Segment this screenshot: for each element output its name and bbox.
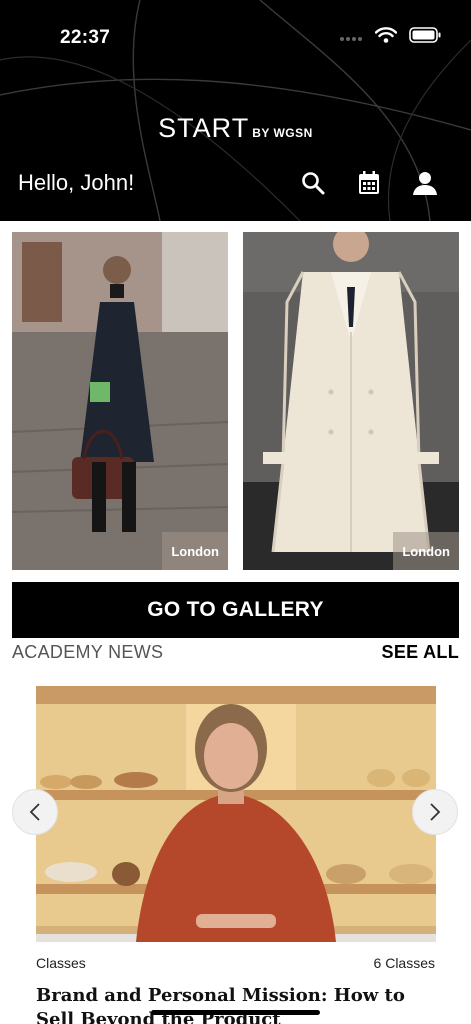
signal-icon bbox=[339, 29, 363, 47]
status-icons bbox=[339, 27, 441, 48]
status-time: 22:37 bbox=[60, 27, 111, 48]
brand-by: BY WGSN bbox=[252, 126, 313, 140]
chevron-left-icon bbox=[29, 803, 40, 821]
battery-icon bbox=[409, 27, 441, 48]
profile-icon[interactable] bbox=[412, 170, 438, 196]
brand-name: START bbox=[158, 113, 250, 143]
news-card-image[interactable] bbox=[36, 686, 436, 942]
wifi-icon bbox=[374, 27, 398, 48]
chevron-right-icon bbox=[430, 803, 441, 821]
go-to-gallery-button[interactable]: GO TO GALLERY bbox=[12, 582, 459, 638]
street-style-image bbox=[12, 232, 228, 570]
carousel-prev-button[interactable] bbox=[12, 789, 58, 835]
gallery-photo[interactable]: London bbox=[12, 232, 228, 570]
home-indicator[interactable] bbox=[151, 1010, 320, 1015]
calendar-icon[interactable] bbox=[356, 170, 382, 196]
gallery-photo[interactable]: London bbox=[243, 232, 459, 570]
carousel-next-button[interactable] bbox=[412, 789, 458, 835]
see-all-link[interactable]: SEE ALL bbox=[382, 642, 459, 663]
search-icon[interactable] bbox=[300, 170, 326, 196]
news-class-count: 6 Classes bbox=[373, 955, 435, 971]
photo-location-label: London bbox=[162, 532, 228, 570]
class-cover-image bbox=[36, 686, 436, 942]
gallery-preview: London London bbox=[12, 232, 459, 570]
brand-logo: START BY WGSN bbox=[0, 113, 471, 144]
app-header: 22:37 START BY WGSN Hello, John! bbox=[0, 0, 471, 221]
runway-image bbox=[243, 232, 459, 570]
photo-location-label: London bbox=[393, 532, 459, 570]
greeting: Hello, John! bbox=[18, 170, 135, 195]
news-category: Classes bbox=[36, 955, 86, 971]
news-title[interactable]: Brand and Personal Mission: How to Sell … bbox=[36, 984, 436, 1024]
section-title: ACADEMY NEWS bbox=[12, 642, 164, 662]
